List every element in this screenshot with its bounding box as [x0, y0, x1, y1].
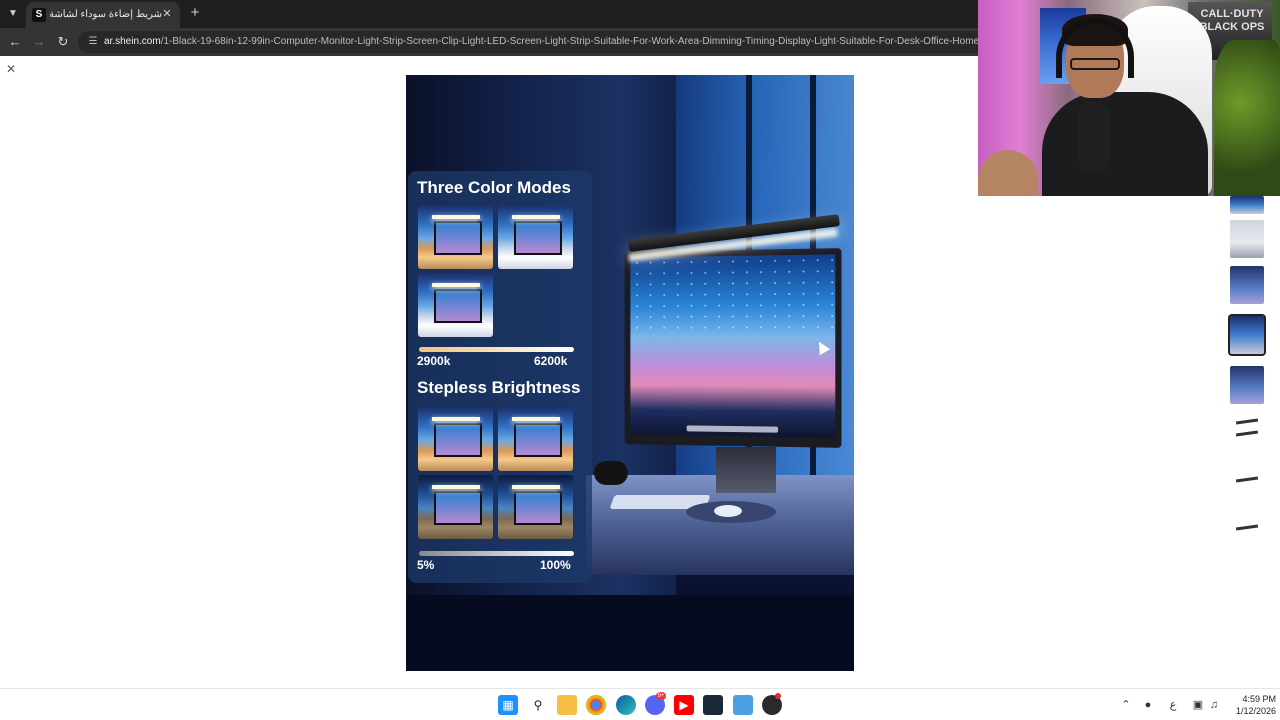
tab-title: شريط إضاءة سوداء لشاشة الكمبيوتر [50, 9, 162, 20]
notepad-icon[interactable] [733, 695, 753, 715]
windows-start-icon[interactable]: ▦ [498, 695, 518, 715]
windows-taskbar: ▦ ⚲ 9+ ▶ ⌃ ● ع ▣ ♫ 4:59 PM 1/12/2026 [0, 688, 1280, 720]
arrow-left-icon[interactable]: ← [6, 33, 24, 51]
language-indicator[interactable]: ع [1165, 697, 1181, 713]
hand [978, 150, 1038, 196]
heading-brightness: Stepless Brightness [417, 378, 581, 397]
monitor [624, 248, 842, 448]
thumbnail-selected[interactable] [1228, 314, 1266, 356]
microphone-icon[interactable]: ● [1140, 697, 1156, 713]
brightness-image-3 [418, 475, 493, 539]
thumbnail[interactable] [1230, 408, 1264, 446]
thumbnail[interactable] [1230, 366, 1264, 404]
clock-time: 4:59 PM [1242, 694, 1276, 704]
tune-icon[interactable]: ☰ [86, 35, 100, 49]
poster-line-2: BLACK OPS [1199, 21, 1265, 33]
notification-badge: 9+ [656, 692, 666, 700]
plant [1214, 40, 1280, 196]
thumbnail[interactable] [1230, 458, 1264, 496]
search-icon[interactable]: ⚲ [528, 695, 548, 715]
brightness-min-label: 5% [417, 558, 435, 572]
thumbnail[interactable] [1230, 506, 1264, 544]
brightness-bar [419, 551, 574, 556]
brightness-image-4 [498, 475, 573, 539]
url-host: ar.shein.com [104, 36, 161, 47]
thumbnail[interactable] [1230, 266, 1264, 304]
close-icon[interactable]: ✕ [160, 7, 174, 21]
microphone [1078, 102, 1110, 172]
mode-warm-image [418, 205, 493, 269]
lamp-drawing [1235, 430, 1259, 437]
thumbnail-strip [1228, 196, 1266, 548]
mode-cool-image [418, 273, 493, 337]
network-icon[interactable]: ▣ [1190, 697, 1206, 713]
person-hoodie [1042, 92, 1208, 196]
volume-icon[interactable]: ♫ [1206, 697, 1222, 713]
mode-neutral-image [498, 205, 573, 269]
screen-dock [686, 425, 779, 433]
monitor-stand [716, 447, 776, 493]
speaker [594, 461, 628, 485]
chevron-up-icon[interactable]: ⌃ [1118, 697, 1134, 713]
brightness-image-1 [418, 407, 493, 471]
lamp-drawing [1235, 476, 1259, 483]
close-icon[interactable]: ✕ [4, 62, 18, 76]
webcam-overlay: CALL·DUTY BLACK OPS [978, 0, 1280, 196]
chrome-icon[interactable] [586, 695, 606, 715]
brightness-image-2 [498, 407, 573, 471]
system-clock[interactable]: 4:59 PM 1/12/2026 [1222, 693, 1276, 719]
temp-max-label: 6200k [534, 354, 568, 368]
mouse [714, 505, 742, 517]
temp-min-label: 2900k [417, 354, 451, 368]
color-temperature-bar [419, 347, 574, 352]
features-panel: Three Color Modes 2900k 6200k Stepless B… [408, 171, 592, 583]
reload-icon[interactable]: ↻ [54, 33, 72, 51]
shein-favicon-icon: S [32, 8, 46, 22]
browser-tab-active[interactable]: S شريط إضاءة سوداء لشاشة الكمبيوتر ✕ [26, 2, 180, 28]
image-bottom-band [406, 595, 854, 671]
poster-line-1: CALL·DUTY [1200, 8, 1264, 20]
monitor-screen [630, 254, 836, 438]
thumbnail[interactable] [1230, 196, 1264, 214]
steam-icon[interactable] [703, 695, 723, 715]
url-path: /1-Black-19-68in-12-99in-Computer-Monito… [160, 36, 1035, 47]
thumbnail[interactable] [1230, 220, 1264, 258]
chevron-down-icon[interactable]: ▼ [4, 5, 22, 23]
edge-icon[interactable] [616, 695, 636, 715]
notification-dot [775, 693, 781, 699]
plus-icon[interactable]: + [186, 4, 204, 22]
lamp-drawing [1235, 524, 1259, 531]
youtube-icon[interactable]: ▶ [674, 695, 694, 715]
heading-color-modes: Three Color Modes [417, 178, 571, 197]
arrow-right-icon[interactable]: → [30, 33, 48, 51]
starry-sky [630, 254, 836, 337]
clock-date: 1/12/2026 [1235, 706, 1276, 716]
product-main-image[interactable]: Three Color Modes 2900k 6200k Stepless B… [406, 75, 854, 671]
file-explorer-icon[interactable] [557, 695, 577, 715]
glasses [1070, 58, 1120, 70]
brightness-max-label: 100% [540, 558, 571, 572]
lamp-drawing [1235, 418, 1259, 425]
